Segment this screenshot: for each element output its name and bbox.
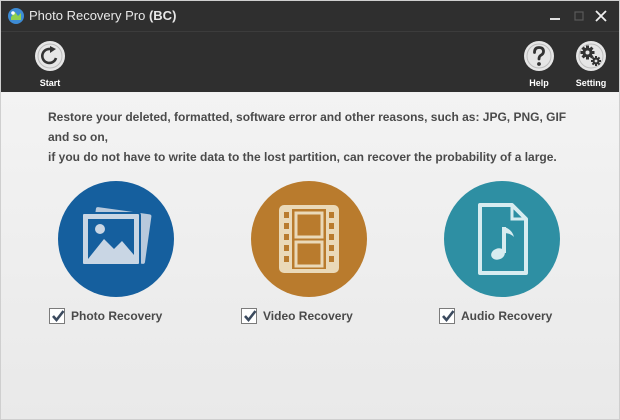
audio-recovery-checkbox[interactable] bbox=[439, 308, 455, 324]
description: Restore your deleted, formatted, softwar… bbox=[48, 107, 588, 167]
minimize-icon[interactable] bbox=[547, 8, 563, 24]
setting-button[interactable]: Setting bbox=[567, 36, 615, 90]
help-label: Help bbox=[529, 78, 549, 88]
audio-recovery-button[interactable] bbox=[444, 181, 560, 297]
photo-icon bbox=[81, 207, 152, 266]
setting-label: Setting bbox=[575, 78, 607, 88]
start-label: Start bbox=[39, 78, 61, 88]
photo-recovery-label: Photo Recovery bbox=[71, 309, 163, 323]
description-line-1: Restore your deleted, formatted, softwar… bbox=[48, 110, 567, 144]
gears-icon bbox=[576, 41, 606, 71]
photo-recovery-checkbox[interactable] bbox=[49, 308, 65, 324]
video-recovery-label: Video Recovery bbox=[263, 309, 353, 323]
checkmark-icon bbox=[52, 310, 65, 323]
app-title-text: Photo Recovery Pro bbox=[29, 8, 146, 23]
video-recovery-checkbox[interactable] bbox=[241, 308, 257, 324]
refresh-icon bbox=[35, 41, 65, 71]
film-icon bbox=[279, 205, 339, 273]
music-file-icon bbox=[478, 203, 528, 275]
description-line-2: if you do not have to write data to the … bbox=[48, 150, 557, 164]
maximize-icon[interactable] bbox=[571, 8, 587, 24]
toolbar: Start Help Setting bbox=[1, 31, 619, 92]
app-title: Photo Recovery Pro (BC) bbox=[29, 8, 176, 23]
app-window: Photo Recovery Pro (BC) Start Help Setti… bbox=[0, 0, 620, 420]
question-mark-icon bbox=[524, 41, 554, 71]
recovery-app-icon bbox=[8, 8, 24, 24]
photo-recovery-button[interactable] bbox=[58, 181, 174, 297]
app-title-suffix: (BC) bbox=[148, 8, 177, 23]
help-button[interactable]: Help bbox=[515, 36, 563, 90]
checkmark-icon bbox=[442, 310, 455, 323]
close-icon[interactable] bbox=[593, 8, 609, 24]
audio-recovery-label: Audio Recovery bbox=[461, 309, 553, 323]
start-button[interactable]: Start bbox=[26, 36, 74, 90]
video-recovery-button[interactable] bbox=[251, 181, 367, 297]
title-bar: Photo Recovery Pro (BC) bbox=[1, 1, 619, 31]
main-content: Restore your deleted, formatted, softwar… bbox=[1, 93, 619, 419]
checkmark-icon bbox=[244, 310, 257, 323]
